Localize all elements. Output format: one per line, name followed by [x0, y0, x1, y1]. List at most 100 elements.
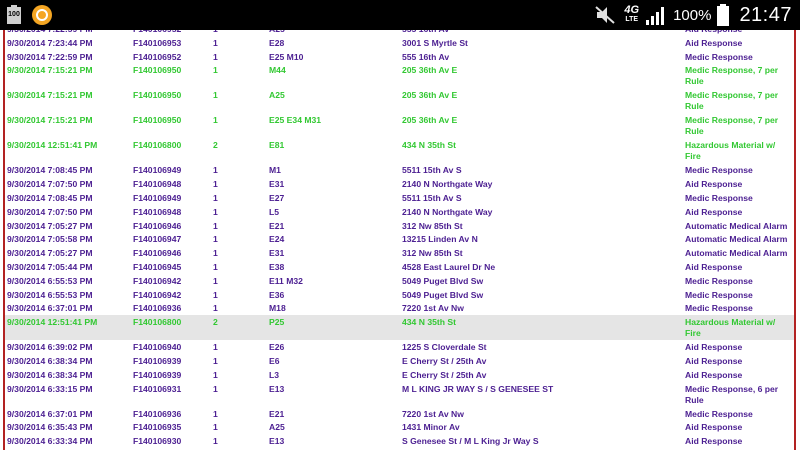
incident-type: Medic Response, 6 per Rule [685, 383, 779, 405]
incident-type: Medic Response [685, 289, 753, 300]
incident-type: Medic Response, 7 per Rule [685, 90, 779, 112]
table-row[interactable]: 9/30/2014 7:05:58 PM F140106947 1 E24 13215 … [5, 232, 794, 246]
incident-date: 9/30/2014 7:15:21 PM [7, 90, 93, 101]
table-row[interactable]: 9/30/2014 6:37:01 PM F140106936 1 E21 7220 1… [5, 407, 794, 421]
incident-location: 7220 1st Av Nw [402, 303, 464, 314]
incident-units: E27 [269, 193, 285, 203]
incident-number: F140106939 [133, 369, 182, 380]
incident-units: M1 [269, 165, 281, 176]
incident-units: E26 [269, 342, 285, 353]
table-row[interactable]: 9/30/2014 7:08:45 PM F140106949 1 E27 5511 1… [5, 191, 794, 205]
incident-level: 1 [213, 51, 218, 62]
network-type-icon: 4G LTE [624, 5, 639, 25]
incident-date: 9/30/2014 7:05:27 PM [7, 248, 93, 259]
status-right-icons: 4G LTE 100% 21:47 [594, 0, 792, 30]
network-sub-label: LTE [625, 16, 639, 23]
incident-number: F140106952 [133, 30, 181, 35]
incident-location: 434 N 35th St [402, 140, 456, 151]
table-row[interactable]: 9/30/2014 7:23:44 PM F140106953 1 E28 3001 S… [5, 36, 794, 50]
incident-number: F140106800 [133, 140, 182, 151]
table-row[interactable]: 9/30/2014 6:38:34 PM F140106939 1 L3 E Cherr… [5, 368, 794, 382]
signal-strength-icon [645, 5, 667, 25]
incident-type: Aid Response [685, 262, 743, 272]
table-row[interactable]: 9/30/2014 6:37:01 PM F140106936 1 M18 7220 1… [5, 301, 794, 315]
mute-icon [594, 4, 618, 26]
table-row[interactable]: 9/30/2014 7:08:45 PM F140106949 1 M1 5511 15… [5, 163, 794, 177]
incident-number: F140106948 [133, 206, 182, 217]
incident-date: 9/30/2014 6:37:01 PM [7, 408, 93, 419]
incident-units: E13 [269, 383, 285, 394]
incident-type: Automatic Medical Alarm [685, 220, 788, 231]
incident-number: F140106930 [133, 436, 182, 447]
incident-units: E25 E34 M31 [269, 115, 322, 126]
table-row[interactable]: 9/30/2014 7:15:21 PM F140106950 1 E25 E34 M… [5, 113, 794, 138]
incident-date: 9/30/2014 7:15:21 PM [7, 65, 93, 76]
incident-units: M18 [269, 303, 286, 314]
table-row[interactable]: 9/30/2014 6:55:53 PM F140106942 1 E36 5049 P… [5, 288, 794, 302]
incident-location: 2140 N Northgate Way [402, 206, 493, 217]
incident-level: 1 [213, 90, 218, 101]
incident-location: 4528 East Laurel Dr Ne [402, 262, 496, 272]
table-row[interactable]: 9/30/2014 7:05:44 PM F140106945 1 E38 4528 E… [5, 260, 794, 274]
incident-number: F140106949 [133, 193, 182, 203]
battery-icon [717, 4, 730, 26]
incident-type: Hazardous Material w/ Fire [685, 140, 776, 162]
incident-date: 9/30/2014 6:35:43 PM [7, 422, 93, 433]
page-border-right [794, 30, 796, 450]
incident-units: E24 [269, 234, 285, 245]
incident-type: Medic Response [685, 275, 753, 286]
table-row[interactable]: 9/30/2014 6:35:43 PM F140106935 1 A25 1431 M… [5, 420, 794, 434]
incident-units: E81 [269, 140, 285, 151]
incident-level: 1 [213, 262, 218, 272]
table-row[interactable]: 9/30/2014 6:38:34 PM F140106939 1 E6 E Cherr… [5, 354, 794, 368]
incident-type: Hazardous Material w/ Fire [685, 317, 776, 339]
incident-units: L3 [269, 369, 280, 380]
table-row[interactable]: 9/30/2014 12:51:41 PM F140106800 2 E81 434 N… [5, 138, 794, 163]
incident-units: E31 [269, 179, 285, 190]
incident-type: Medic Response [685, 51, 753, 62]
table-row[interactable]: 9/30/2014 6:39:02 PM F140106940 1 E26 1225 S… [5, 340, 794, 354]
incident-units: L5 [269, 206, 280, 217]
incident-number: F140106935 [133, 422, 182, 433]
incident-page[interactable]: 9/30/2014 7:22:59 PM F140106952 1 A25 555 16… [0, 30, 800, 450]
incident-units: E21 [269, 220, 285, 231]
incident-level: 1 [213, 220, 218, 231]
incident-units: E25 M10 [269, 51, 304, 62]
table-row[interactable]: 9/30/2014 7:07:50 PM F140106948 1 L5 2140 N … [5, 205, 794, 219]
incident-level: 2 [213, 317, 218, 328]
incident-level: 1 [213, 115, 218, 126]
table-row[interactable]: 9/30/2014 12:51:41 PM F140106800 2 P25 434 N… [5, 315, 794, 341]
incident-date: 9/30/2014 7:08:45 PM [7, 193, 93, 203]
incident-level: 1 [213, 65, 218, 76]
incident-number: F140106945 [133, 262, 182, 272]
incident-units: E13 [269, 436, 285, 447]
incident-level: 1 [213, 179, 218, 190]
incident-date: 9/30/2014 7:05:27 PM [7, 220, 93, 231]
table-row[interactable]: 9/30/2014 7:05:27 PM F140106946 1 E21 312 Nw… [5, 219, 794, 233]
incident-date: 9/30/2014 6:33:15 PM [7, 383, 93, 394]
table-row[interactable]: 9/30/2014 7:07:50 PM F140106948 1 E31 2140 N… [5, 177, 794, 191]
incident-type: Aid Response [685, 179, 743, 190]
incident-location: 312 Nw 85th St [402, 248, 463, 259]
incident-type: Aid Response [685, 37, 743, 48]
incident-number: F140106936 [133, 303, 182, 314]
incident-date: 9/30/2014 12:51:41 PM [7, 140, 98, 151]
table-row[interactable]: 9/30/2014 6:33:15 PM F140106931 1 E13 M L KI… [5, 382, 794, 407]
incident-units: E11 M32 [269, 275, 303, 286]
table-row[interactable]: 9/30/2014 6:33:34 PM F140106930 1 E13 S Gene… [5, 434, 794, 448]
incident-location: 5049 Puget Blvd Sw [402, 275, 484, 286]
table-row[interactable]: 9/30/2014 6:55:53 PM F140106942 1 E11 M32 50… [5, 274, 794, 288]
incident-type: Aid Response [685, 436, 743, 447]
table-row[interactable]: 9/30/2014 7:15:21 PM F140106950 1 M44 205 36… [5, 63, 794, 88]
incident-location: M L KING JR WAY S / S GENESEE ST [402, 383, 554, 394]
incident-number: F140106950 [133, 115, 182, 126]
incident-level: 1 [213, 275, 218, 286]
incident-location: 13215 Linden Av N [402, 234, 478, 245]
incident-number: F140106950 [133, 65, 182, 76]
table-row[interactable]: 9/30/2014 7:05:27 PM F140106946 1 E31 312 Nw… [5, 246, 794, 260]
incident-location: E Cherry St / 25th Av [402, 369, 487, 380]
incident-level: 1 [213, 356, 218, 366]
table-row[interactable]: 9/30/2014 7:15:21 PM F140106950 1 A25 205 36… [5, 88, 794, 113]
incident-location: 2140 N Northgate Way [402, 179, 493, 190]
table-row[interactable]: 9/30/2014 7:22:59 PM F140106952 1 E25 M10 55… [5, 50, 794, 64]
